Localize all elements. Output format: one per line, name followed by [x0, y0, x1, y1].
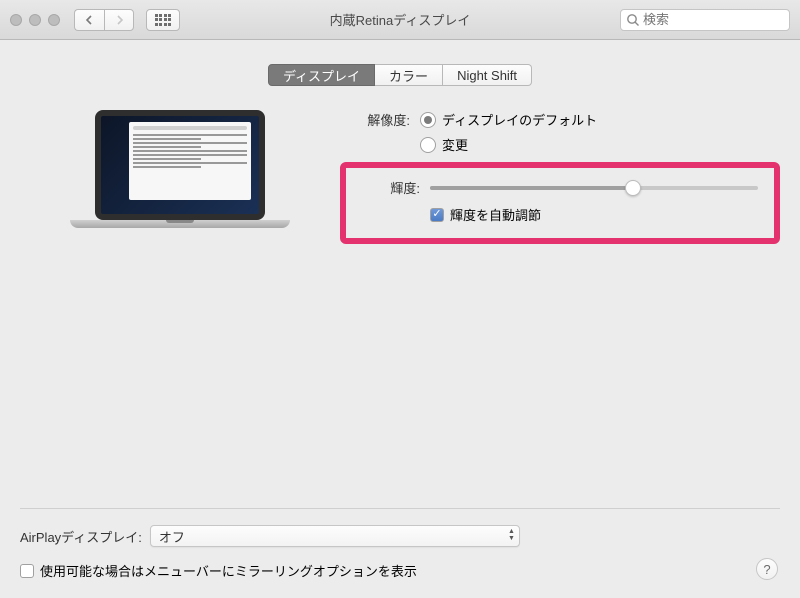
- resolution-default-option[interactable]: ディスプレイのデフォルト: [420, 110, 597, 129]
- brightness-slider[interactable]: [430, 186, 758, 190]
- resolution-label: 解像度:: [340, 110, 410, 129]
- tab-color[interactable]: カラー: [375, 64, 443, 86]
- resolution-default-label: ディスプレイのデフォルト: [442, 110, 597, 129]
- airplay-label: AirPlayディスプレイ:: [20, 527, 142, 546]
- auto-brightness-checkbox[interactable]: ✓: [430, 208, 444, 222]
- search-input[interactable]: [620, 9, 790, 31]
- mirroring-checkbox[interactable]: [20, 564, 34, 578]
- resolution-scaled-option[interactable]: 変更: [420, 135, 597, 154]
- resolution-scaled-label: 変更: [442, 135, 468, 154]
- minimize-button[interactable]: [29, 14, 41, 26]
- divider: [20, 508, 780, 509]
- forward-button[interactable]: [104, 9, 134, 31]
- display-preview: [60, 110, 300, 260]
- chevron-left-icon: [85, 15, 94, 25]
- radio-icon: [420, 137, 436, 153]
- radio-icon: [420, 112, 436, 128]
- search-wrap: [620, 9, 790, 31]
- help-button[interactable]: ?: [756, 558, 778, 580]
- airplay-select[interactable]: オフ ▲▼: [150, 525, 520, 547]
- auto-brightness-label: 輝度を自動調節: [450, 205, 541, 224]
- back-button[interactable]: [74, 9, 104, 31]
- tab-display[interactable]: ディスプレイ: [268, 64, 375, 86]
- close-button[interactable]: [10, 14, 22, 26]
- nav-buttons: [74, 9, 134, 31]
- brightness-label: 輝度:: [350, 178, 420, 197]
- brightness-highlight: 輝度: ✓ 輝度を自動調節: [340, 162, 780, 244]
- bottom-panel: AirPlayディスプレイ: オフ ▲▼ 使用可能な場合はメニューバーにミラーリ…: [0, 508, 800, 598]
- mirroring-label: 使用可能な場合はメニューバーにミラーリングオプションを表示: [40, 561, 417, 580]
- slider-thumb-icon: [625, 180, 641, 196]
- content-area: ディスプレイ カラー Night Shift 解像度:: [0, 40, 800, 510]
- chevron-right-icon: [115, 15, 124, 25]
- window-controls: [10, 14, 60, 26]
- tab-night-shift[interactable]: Night Shift: [443, 64, 532, 86]
- tab-bar: ディスプレイ カラー Night Shift: [20, 64, 780, 86]
- select-arrows-icon: ▲▼: [508, 528, 515, 542]
- grid-icon: [155, 14, 172, 26]
- window-title: 内蔵Retinaディスプレイ: [330, 10, 471, 29]
- settings-panel: 解像度: ディスプレイのデフォルト 変更 輝度:: [340, 110, 780, 244]
- titlebar: 内蔵Retinaディスプレイ: [0, 0, 800, 40]
- airplay-value: オフ: [159, 527, 185, 546]
- help-icon: ?: [763, 562, 770, 577]
- show-all-button[interactable]: [146, 9, 180, 31]
- search-icon: [626, 13, 640, 27]
- zoom-button[interactable]: [48, 14, 60, 26]
- check-icon: ✓: [432, 209, 441, 220]
